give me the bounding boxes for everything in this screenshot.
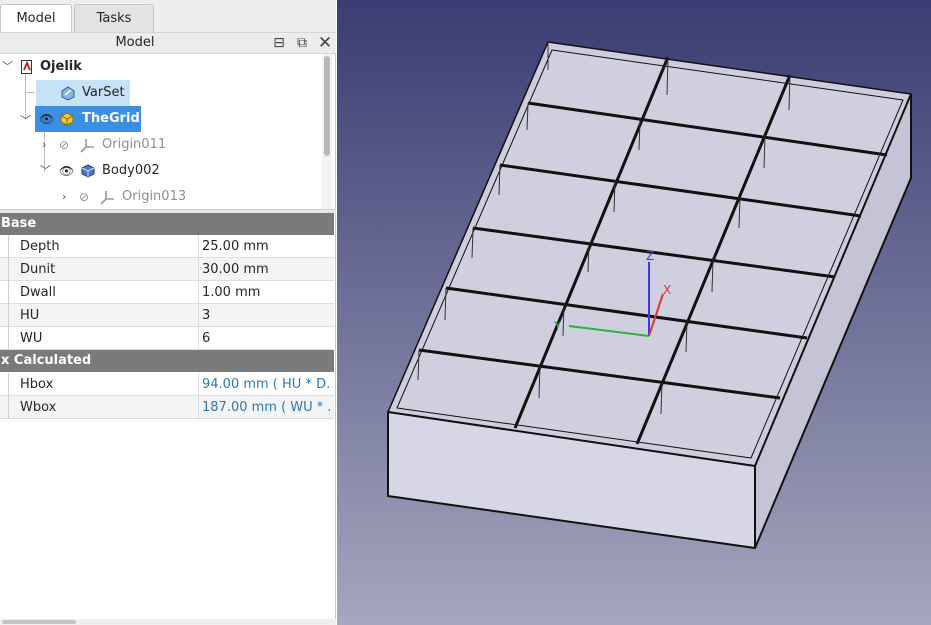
eye-icon[interactable]: 👁	[59, 158, 74, 184]
combo-view: Model Tasks Model ⊟ ⧉ ✕ ﹀ Ojelik VarSet	[0, 0, 336, 625]
body-icon	[81, 164, 95, 178]
property-row-hbox[interactable]: Hbox 94.00 mm ( HU * D...	[0, 373, 334, 396]
panel-header: Model ⊟ ⧉ ✕	[0, 32, 336, 54]
property-name: Hbox	[20, 377, 54, 392]
property-name: Dunit	[20, 262, 56, 277]
column-divider	[198, 396, 199, 419]
eye-icon[interactable]: 👁	[39, 106, 54, 132]
column-divider	[198, 258, 199, 281]
chevron-down-icon[interactable]: ﹀	[2, 54, 13, 80]
axis-x-label: X	[663, 283, 671, 297]
tree-guide	[8, 327, 9, 350]
property-value[interactable]: 25.00 mm	[202, 235, 332, 258]
tree-guide	[8, 373, 9, 396]
origin-icon	[80, 139, 94, 153]
property-value[interactable]: 1.00 mm	[202, 281, 332, 304]
varset-icon	[61, 86, 75, 101]
origin-icon	[100, 191, 114, 205]
chevron-down-icon[interactable]: ﹀	[40, 158, 51, 184]
part-icon	[60, 112, 74, 126]
tree-item-ojelik[interactable]: ﹀ Ojelik	[0, 54, 322, 80]
column-divider	[198, 304, 199, 327]
tree-item-thegrid[interactable]: 👁 TheGrid	[35, 106, 141, 132]
property-group-base[interactable]: Base	[0, 213, 334, 235]
property-value[interactable]: 94.00 mm ( HU * D...	[202, 373, 332, 396]
property-row-wu[interactable]: WU 6	[0, 327, 334, 350]
eye-hidden-icon[interactable]: ⊘	[59, 132, 69, 158]
property-row-hu[interactable]: HU 3	[0, 304, 334, 327]
tree-item-label: VarSet	[82, 85, 125, 100]
close-icon[interactable]: ✕	[316, 34, 334, 52]
column-divider	[198, 281, 199, 304]
tab-tasks[interactable]: Tasks	[74, 4, 154, 32]
tab-model[interactable]: Model	[0, 4, 72, 32]
tree-guide	[8, 258, 9, 281]
property-row-dunit[interactable]: Dunit 30.00 mm	[0, 258, 334, 281]
property-row-wbox[interactable]: Wbox 187.00 mm ( WU * ...	[0, 396, 334, 419]
property-name: Wbox	[20, 400, 57, 415]
chevron-right-icon[interactable]: ›	[62, 184, 66, 210]
model-tree: ﹀ Ojelik VarSet 👁 TheGrid ﹀ › ⊘ Origin01…	[0, 54, 322, 210]
column-divider	[198, 235, 199, 258]
column-divider	[198, 327, 199, 350]
property-name: Dwall	[20, 285, 56, 300]
property-row-depth[interactable]: Depth 25.00 mm	[0, 235, 334, 258]
float-panel-icon[interactable]: ⧉	[293, 34, 311, 52]
property-value[interactable]: 6	[202, 327, 332, 350]
tree-scrollbar-thumb[interactable]	[324, 56, 330, 156]
property-name: HU	[20, 308, 40, 323]
panel-title: Model	[115, 35, 155, 50]
tab-bar: Model Tasks	[0, 0, 336, 32]
collapse-panel-icon[interactable]: ⊟	[270, 34, 288, 52]
tree-guide	[8, 396, 9, 419]
eye-hidden-icon[interactable]: ⊘	[79, 184, 89, 210]
tree-item-origin011[interactable]: › ⊘ Origin011	[40, 132, 240, 158]
document-icon	[21, 60, 32, 74]
tree-item-label: Origin011	[102, 137, 167, 152]
horizontal-scrollbar-thumb[interactable]	[2, 620, 76, 624]
chevron-right-icon[interactable]: ›	[42, 132, 46, 158]
tree-guide	[8, 281, 9, 304]
axis-z-label: Z	[646, 249, 654, 263]
tree-item-label: Body002	[102, 163, 160, 178]
column-divider	[198, 373, 199, 396]
property-group-calculated[interactable]: x Calculated	[0, 350, 334, 372]
property-name: WU	[20, 331, 43, 346]
property-value[interactable]: 30.00 mm	[202, 258, 332, 281]
tree-guide	[8, 304, 9, 327]
tree-item-body002[interactable]: ﹀ 👁 Body002	[40, 158, 240, 184]
tree-guide	[25, 92, 35, 93]
property-name: Depth	[20, 239, 60, 254]
tree-item-label: TheGrid	[82, 111, 140, 126]
property-row-dwall[interactable]: Dwall 1.00 mm	[0, 281, 334, 304]
tree-guide	[8, 235, 9, 258]
property-value[interactable]: 3	[202, 304, 332, 327]
tree-item-origin013[interactable]: › ⊘ Origin013	[60, 184, 260, 210]
axis-y-label: Y	[553, 319, 562, 333]
tree-item-varset[interactable]: VarSet	[36, 80, 130, 106]
3d-view[interactable]: Y Z X	[337, 0, 931, 625]
chevron-down-icon[interactable]: ﹀	[20, 112, 31, 128]
tree-item-label: Origin013	[122, 189, 187, 204]
property-value[interactable]: 187.00 mm ( WU * ...	[202, 396, 332, 419]
tree-item-label: Ojelik	[40, 59, 82, 74]
